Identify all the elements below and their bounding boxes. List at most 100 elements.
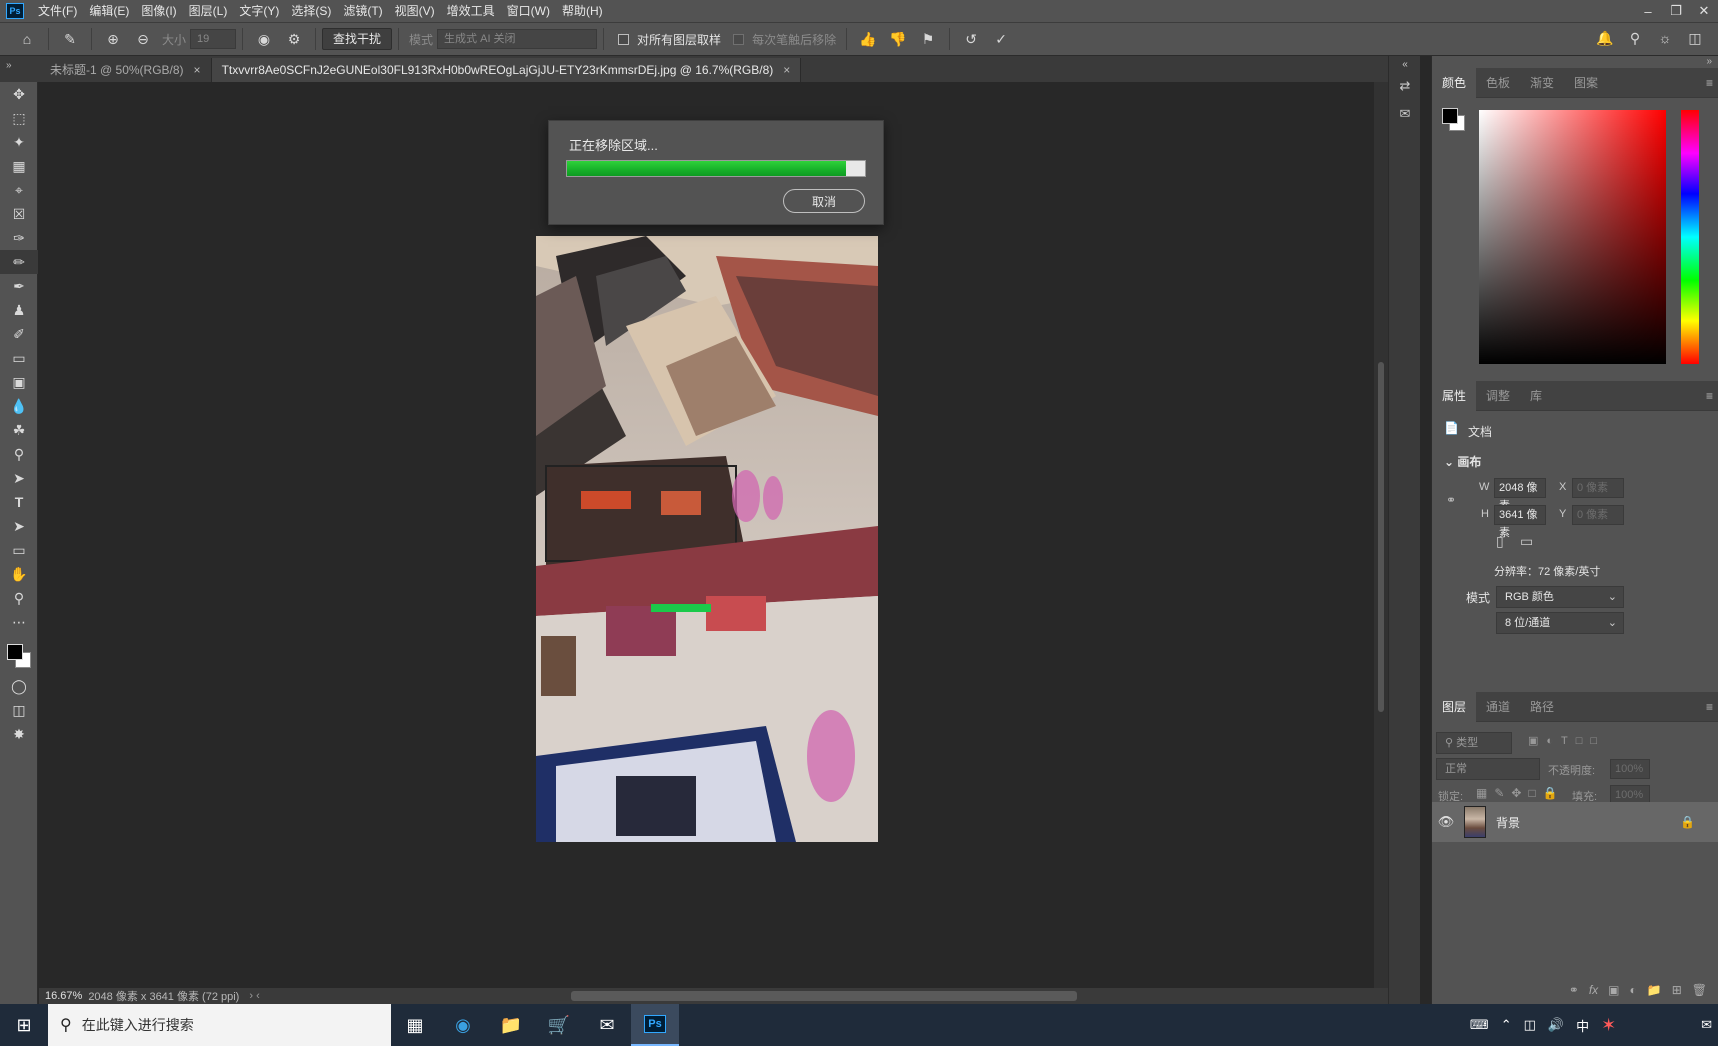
- taskbar-search[interactable]: ⚲ 在此键入进行搜索: [48, 1004, 391, 1046]
- panel-menu-icon[interactable]: ≡: [1706, 389, 1713, 403]
- tab-color[interactable]: 颜色: [1432, 67, 1477, 98]
- delete-layer-icon[interactable]: 🗑: [1692, 983, 1707, 997]
- tab-untitled-1[interactable]: 未标题-1 @ 50%(RGB/8) ×: [40, 58, 212, 82]
- volume-icon[interactable]: 🔊: [1542, 1017, 1570, 1033]
- size-input[interactable]: 19: [190, 29, 237, 49]
- hue-slider[interactable]: [1681, 110, 1699, 364]
- tab-properties[interactable]: 属性: [1432, 380, 1477, 411]
- task-view-icon[interactable]: ▦: [391, 1004, 439, 1046]
- thumbs-down-icon[interactable]: 👎: [887, 28, 909, 50]
- minimize-icon[interactable]: –: [1634, 0, 1662, 22]
- store-icon[interactable]: 🛒: [535, 1004, 583, 1046]
- expand-panels-icon[interactable]: «: [1389, 56, 1421, 72]
- notifications-icon[interactable]: ✉: [1695, 1017, 1718, 1033]
- sample-all-layers-checkbox[interactable]: [618, 33, 630, 45]
- tab-libraries[interactable]: 库: [1520, 381, 1552, 411]
- link-icon[interactable]: ⚭: [1446, 493, 1456, 507]
- layer-filter-select[interactable]: ⚲ 类型: [1436, 732, 1512, 754]
- commit-check-icon[interactable]: ✓: [990, 28, 1012, 50]
- more-tools-icon[interactable]: ⋯: [0, 610, 38, 634]
- path-select-tool-icon[interactable]: ➤: [0, 514, 38, 538]
- object-select-tool-icon[interactable]: ▦: [0, 154, 38, 178]
- canvas-section[interactable]: ⌄ 画布: [1444, 453, 1481, 470]
- status-arrow-icon[interactable]: › ‹: [249, 990, 259, 1002]
- eyedropper-tool-icon[interactable]: ✑: [0, 226, 38, 250]
- vertical-scrollbar[interactable]: [1374, 82, 1388, 988]
- color-mode-select[interactable]: RGB 颜色 ⌄: [1496, 586, 1624, 608]
- document-image[interactable]: [536, 236, 878, 842]
- link-layers-icon[interactable]: ⚭: [1569, 983, 1579, 997]
- foreground-color-swatch[interactable]: [7, 644, 23, 660]
- history-panel-icon[interactable]: ⇄: [1389, 72, 1421, 100]
- menu-select[interactable]: 选择(S): [285, 0, 337, 22]
- panel-menu-icon[interactable]: ≡: [1706, 76, 1713, 90]
- lock-options-icons[interactable]: ▦✎✥□🔒: [1476, 786, 1565, 800]
- crop-tool-icon[interactable]: ⌖: [0, 178, 38, 202]
- tab-gradients[interactable]: 渐变: [1520, 68, 1564, 98]
- move-tool-icon[interactable]: ✥: [0, 82, 38, 106]
- collapse-panels-icon[interactable]: »: [0, 56, 40, 82]
- home-icon[interactable]: ⌂: [16, 28, 38, 50]
- pen-tool-icon[interactable]: ➤: [0, 466, 38, 490]
- remove-tool-preset-icon[interactable]: ✎: [59, 28, 81, 50]
- screen-mode-icon[interactable]: ◫: [0, 698, 38, 722]
- x-field[interactable]: 0 像素: [1572, 478, 1624, 498]
- bit-depth-select[interactable]: 8 位/通道 ⌄: [1496, 612, 1624, 634]
- subtract-brush-mode-icon[interactable]: ⊖: [132, 28, 154, 50]
- marquee-tool-icon[interactable]: ⬚: [0, 106, 38, 130]
- frame-tool-icon[interactable]: ☒: [0, 202, 38, 226]
- notification-bell-icon[interactable]: 🔔: [1594, 27, 1616, 49]
- blend-mode-select[interactable]: 正常: [1436, 758, 1540, 780]
- file-explorer-icon[interactable]: 📁: [487, 1004, 535, 1046]
- edge-browser-icon[interactable]: ◉: [439, 1004, 487, 1046]
- show-hidden-icons-chevron-icon[interactable]: ⌃: [1495, 1017, 1518, 1033]
- adjustment-layer-icon[interactable]: ◐: [1630, 983, 1637, 997]
- blur-tool-icon[interactable]: 💧: [0, 394, 38, 418]
- quick-mask-icon[interactable]: ◯: [0, 674, 38, 698]
- cancel-button[interactable]: 取消: [783, 189, 865, 213]
- quick-select-tool-icon[interactable]: ✦: [0, 130, 38, 154]
- restore-icon[interactable]: ❐: [1662, 0, 1690, 22]
- flag-icon[interactable]: ⚑: [917, 28, 939, 50]
- tab-adjustments[interactable]: 调整: [1476, 381, 1520, 411]
- layer-filter-icons[interactable]: ▣◐T□□: [1528, 734, 1605, 747]
- zoom-level[interactable]: 16.67%: [39, 990, 88, 1002]
- find-distractions-button[interactable]: 查找干扰: [322, 28, 393, 50]
- generative-icon[interactable]: ✸: [0, 722, 38, 746]
- sponge-tool-icon[interactable]: ☘: [0, 418, 38, 442]
- close-icon[interactable]: ✕: [1690, 0, 1718, 22]
- collapse-right-panels-icon[interactable]: »: [1432, 56, 1718, 68]
- search-icon[interactable]: ⚲: [1624, 27, 1646, 49]
- tab-close-icon[interactable]: ×: [783, 58, 790, 82]
- history-brush-tool-icon[interactable]: ✐: [0, 322, 38, 346]
- remove-tool-icon[interactable]: ✏: [0, 250, 38, 274]
- remove-after-stroke-checkbox[interactable]: [733, 33, 745, 45]
- photoshop-taskbar-icon[interactable]: Ps: [631, 1004, 679, 1046]
- eraser-tool-icon[interactable]: ▭: [0, 346, 38, 370]
- hand-tool-icon[interactable]: ✋: [0, 562, 38, 586]
- horizontal-scroll-thumb[interactable]: [571, 991, 1077, 1001]
- add-mask-icon[interactable]: ▣: [1608, 983, 1619, 997]
- height-field[interactable]: 3641 像素: [1494, 505, 1546, 539]
- menu-layer[interactable]: 图层(L): [183, 0, 234, 22]
- tab-channels[interactable]: 通道: [1476, 692, 1520, 722]
- opacity-field[interactable]: 100%: [1610, 759, 1650, 779]
- workspace-icon[interactable]: ◫: [1684, 27, 1706, 49]
- portrait-orientation-icon[interactable]: ▯: [1496, 533, 1504, 550]
- pressure-size-icon[interactable]: ◉: [253, 28, 275, 50]
- layer-row-background[interactable]: 👁 背景 🔒: [1432, 802, 1718, 842]
- new-layer-icon[interactable]: ⊞: [1672, 983, 1682, 997]
- mode-select[interactable]: 生成式 AI 关闭: [437, 29, 598, 49]
- width-field[interactable]: 2048 像素: [1494, 478, 1546, 512]
- landscape-orientation-icon[interactable]: ▭: [1520, 533, 1533, 550]
- settings-gear-icon[interactable]: ⚙: [283, 28, 305, 50]
- rectangle-tool-icon[interactable]: ▭: [0, 538, 38, 562]
- brush-tool-icon[interactable]: ✒: [0, 274, 38, 298]
- thumbs-up-icon[interactable]: 👍: [857, 28, 879, 50]
- fx-icon[interactable]: fx: [1589, 983, 1598, 997]
- input-method-indicator[interactable]: 中: [1570, 1016, 1595, 1035]
- network-icon[interactable]: ◫: [1518, 1017, 1542, 1033]
- vertical-scroll-thumb[interactable]: [1378, 362, 1384, 712]
- add-brush-mode-icon[interactable]: ⊕: [102, 28, 124, 50]
- menu-help[interactable]: 帮助(H): [556, 0, 609, 22]
